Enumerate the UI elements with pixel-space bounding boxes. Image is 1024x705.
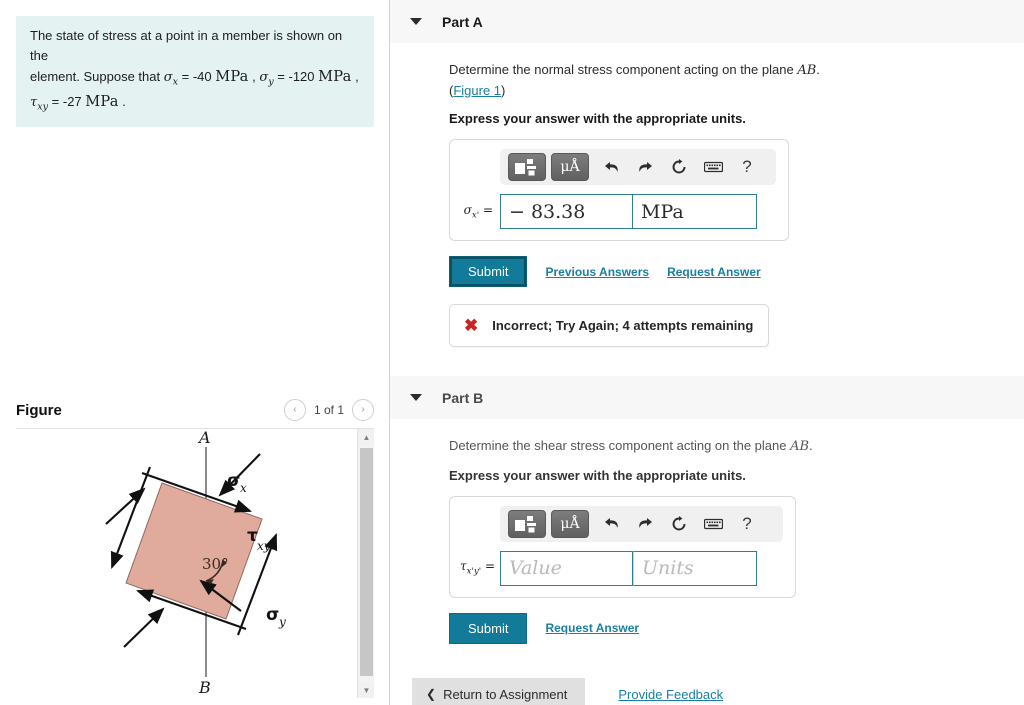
reset-icon[interactable] (662, 153, 696, 181)
figure-scrollbar[interactable]: ▲ ▼ (357, 429, 374, 698)
part-b-label: Part B (442, 389, 484, 406)
unit-mpa-2: MPa (318, 68, 352, 86)
part-b-question-text: Determine the shear stress component act… (449, 438, 791, 453)
part-b-header[interactable]: Part B (390, 376, 1024, 420)
separator-2: , (351, 69, 359, 85)
help-icon[interactable]: ? (730, 153, 764, 181)
period-end: . (118, 93, 126, 109)
sigma-x-value: = -40 (178, 69, 216, 85)
part-b-answer-row: τx'y' = Value Units (460, 550, 785, 586)
figure-next-button[interactable]: › (352, 399, 374, 421)
return-to-assignment-button[interactable]: ❮ Return to Assignment (412, 677, 586, 705)
part-a-submit-button[interactable]: Submit (449, 256, 528, 287)
stress-element-diagram: A B σ x σ y τ xy 30° (105, 429, 286, 697)
tau-xy-value: = -27 (48, 93, 86, 109)
problem-line-2-pre: element. Suppose that (30, 69, 164, 85)
left-panel: The state of stress at a point in a memb… (0, 0, 389, 705)
unit-mpa-3: MPa (85, 92, 119, 110)
part-b-value-input[interactable]: Value (500, 550, 633, 586)
part-b-request-answer-link[interactable]: Request Answer (545, 621, 639, 635)
svg-text:x: x (240, 481, 247, 495)
part-b-units-input[interactable]: Units (633, 550, 757, 586)
sigma-y-symbol: σy (259, 70, 274, 88)
part-a-feedback-text: Incorrect; Try Again; 4 attempts remaini… (492, 318, 754, 333)
keyboard-icon[interactable] (696, 153, 730, 181)
reset-icon[interactable] (662, 510, 696, 538)
right-panel: Part A Determine the normal stress compo… (390, 0, 1024, 705)
part-a-feedback: ✖ Incorrect; Try Again; 4 attempts remai… (449, 304, 769, 347)
error-x-icon: ✖ (464, 316, 479, 335)
part-a-answer-symbol: σx' = (463, 202, 493, 221)
plane-ab-a: AB (797, 63, 817, 78)
figure-page-count: 1 of 1 (313, 403, 344, 417)
problem-line-1: The state of stress at a point in a memb… (30, 28, 343, 64)
part-b-body: Determine the shear stress component act… (390, 420, 1024, 705)
label-sigma-x: σ (227, 471, 240, 491)
figure-prev-button[interactable]: ‹ (283, 399, 306, 421)
part-a-body: Determine the normal stress component ac… (390, 44, 1024, 347)
part-a-value-input[interactable]: − 83.38 (500, 194, 633, 229)
part-a-request-answer-link[interactable]: Request Answer (667, 265, 761, 279)
sigma-x-symbol: σx (163, 70, 178, 88)
label-sigma-y: σ (266, 605, 279, 625)
part-a-figure-ref: (Figure 1) (449, 82, 506, 98)
figure-1-link[interactable]: Figure 1 (453, 83, 501, 98)
part-b-toolbar: μÅ ? (500, 505, 783, 542)
chevron-left-icon: ❮ (426, 687, 437, 701)
svg-text:y: y (278, 615, 286, 629)
part-a-question: Determine the normal stress component ac… (449, 62, 820, 78)
scroll-up-arrow[interactable]: ▲ (358, 429, 374, 446)
figure-frame: A B σ x σ y τ xy 30° ▲ ▼ (16, 428, 374, 698)
undo-icon[interactable] (594, 153, 628, 181)
label-B: B (198, 678, 211, 697)
part-b-question: Determine the shear stress component act… (449, 438, 813, 454)
part-a-instruction: Express your answer with the appropriate… (449, 111, 746, 126)
redo-icon[interactable] (628, 153, 662, 181)
svg-text:xy: xy (257, 539, 271, 553)
part-a-previous-answers-link[interactable]: Previous Answers (545, 265, 649, 279)
figure-header: Figure ‹ 1 of 1 › (16, 392, 374, 428)
part-b-instruction: Express your answer with the appropriate… (449, 467, 746, 483)
plane-ab-b: AB (790, 439, 810, 454)
units-icon[interactable]: μÅ (551, 509, 589, 538)
tau-xy-symbol: τxy (30, 94, 49, 113)
part-a-label: Part A (442, 13, 483, 30)
collapse-caret-icon-a[interactable] (410, 18, 422, 25)
part-b-submit-row: Submit Request Answer (449, 612, 1024, 644)
figure-title: Figure (16, 401, 62, 419)
part-b-submit-button[interactable]: Submit (449, 612, 528, 644)
part-b-answer-symbol: τx'y' = (460, 559, 495, 577)
part-a-toolbar: μÅ ? (500, 149, 776, 185)
undo-icon[interactable] (594, 510, 628, 538)
part-a-units-input[interactable]: MPa (633, 194, 757, 229)
redo-icon[interactable] (628, 510, 662, 538)
return-to-assignment-label: Return to Assignment (443, 686, 568, 702)
part-a-header[interactable]: Part A (390, 0, 1024, 44)
part-b-answer-box: μÅ ? τx'y' = Value Units (449, 495, 796, 598)
unit-mpa-1: MPa (215, 68, 249, 86)
part-a-question-text: Determine the normal stress component ac… (449, 62, 798, 77)
help-icon[interactable]: ? (730, 510, 764, 538)
template-icon[interactable] (508, 153, 546, 181)
keyboard-icon[interactable] (696, 510, 730, 538)
collapse-caret-icon-b[interactable] (410, 394, 422, 401)
template-icon[interactable] (508, 509, 546, 538)
problem-statement: The state of stress at a point in a memb… (16, 16, 374, 128)
part-a-submit-row: Submit Previous Answers Request Answer (449, 256, 1024, 287)
page-root: The state of stress at a point in a memb… (0, 0, 1024, 705)
separator-1: , (248, 69, 260, 85)
scrollbar-thumb[interactable] (360, 448, 373, 676)
footer-actions: ❮ Return to Assignment Provide Feedback (412, 677, 1024, 705)
label-A: A (197, 429, 211, 447)
provide-feedback-link[interactable]: Provide Feedback (618, 687, 723, 702)
units-icon[interactable]: μÅ (551, 153, 589, 181)
scroll-down-arrow[interactable]: ▼ (358, 682, 374, 698)
label-angle-30: 30° (202, 555, 229, 573)
part-a-answer-box: μÅ ? σx' = − 83.38 MPa (449, 139, 789, 241)
figure-pager: ‹ 1 of 1 › (283, 399, 374, 421)
sigma-y-value: = -120 (273, 69, 319, 85)
part-a-answer-row: σx' = − 83.38 MPa (460, 194, 778, 229)
